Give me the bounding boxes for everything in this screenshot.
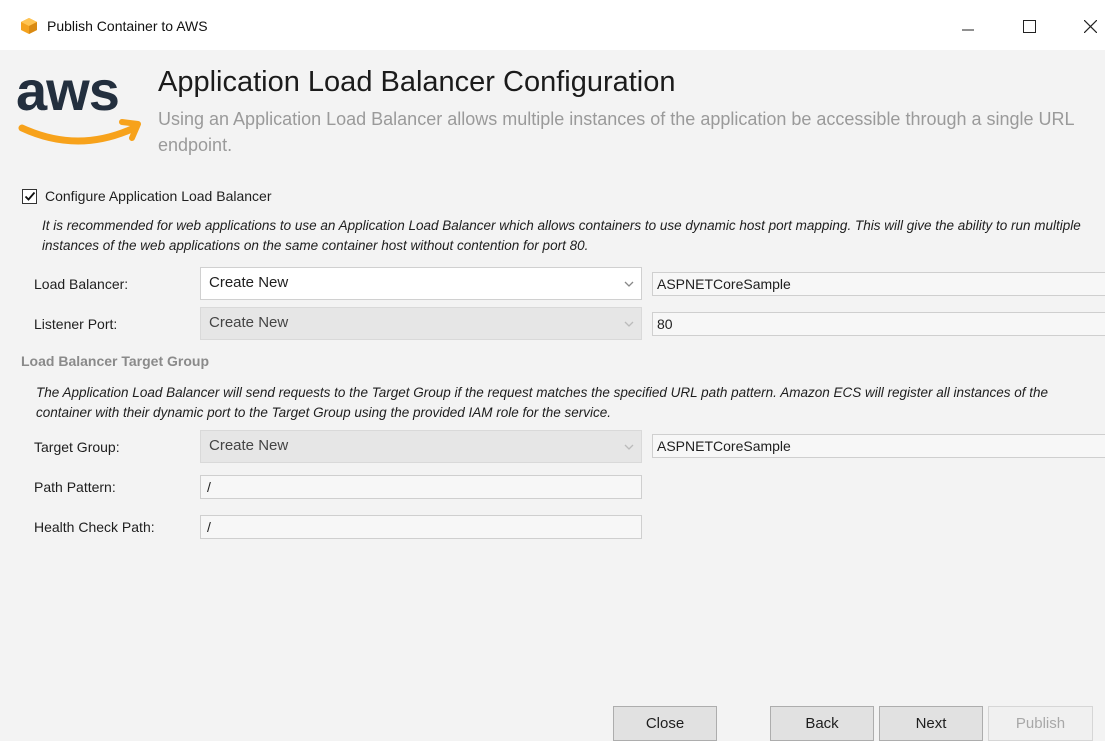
svg-text:aws: aws xyxy=(16,66,119,122)
alb-recommendation-note: It is recommended for web applications t… xyxy=(42,218,1081,253)
chevron-down-icon xyxy=(624,321,634,327)
load-balancer-name-input[interactable]: ASPNETCoreSample xyxy=(652,272,1105,296)
target-group-dropdown[interactable]: Create New xyxy=(200,430,642,463)
publish-button[interactable]: Publish xyxy=(988,706,1093,741)
aws-logo: aws xyxy=(16,66,141,145)
chevron-down-icon xyxy=(624,444,634,450)
minimize-button[interactable] xyxy=(953,12,983,40)
path-pattern-input[interactable]: / xyxy=(200,475,642,499)
listener-port-input[interactable]: 80 xyxy=(652,312,1105,336)
checkmark-icon xyxy=(24,191,35,201)
target-group-label: Target Group: xyxy=(34,439,120,455)
maximize-icon xyxy=(1022,19,1036,33)
close-icon xyxy=(1083,19,1097,33)
path-pattern-label: Path Pattern: xyxy=(34,479,116,495)
next-button[interactable]: Next xyxy=(879,706,983,741)
target-group-section-header: Load Balancer Target Group xyxy=(21,353,209,369)
target-group-name-input[interactable]: ASPNETCoreSample xyxy=(652,434,1105,458)
load-balancer-label: Load Balancer: xyxy=(34,276,129,292)
listener-port-label: Listener Port: xyxy=(34,316,118,332)
maximize-button[interactable] xyxy=(1014,12,1044,40)
listener-port-dropdown[interactable]: Create New xyxy=(200,307,642,340)
load-balancer-selected: Create New xyxy=(209,274,289,291)
close-button[interactable]: Close xyxy=(613,706,717,741)
configure-alb-checkbox[interactable] xyxy=(22,188,37,204)
minimize-icon xyxy=(962,29,974,31)
listener-port-selected: Create New xyxy=(209,314,289,331)
target-group-selected: Create New xyxy=(209,437,289,454)
window-title: Publish Container to AWS xyxy=(47,18,208,34)
configure-alb-label[interactable]: Configure Application Load Balancer xyxy=(45,188,272,204)
configure-alb-row[interactable]: Configure Application Load Balancer xyxy=(22,188,272,204)
health-check-path-input[interactable]: / xyxy=(200,515,642,539)
health-check-path-label: Health Check Path: xyxy=(34,519,155,535)
window-close-button[interactable] xyxy=(1075,12,1105,40)
target-group-note: The Application Load Balancer will send … xyxy=(36,385,1049,420)
title-bar: Publish Container to AWS xyxy=(0,0,1105,50)
chevron-down-icon xyxy=(624,281,634,287)
page-title: Application Load Balancer Configuration xyxy=(158,66,676,98)
aws-package-icon xyxy=(21,18,37,34)
page-description: Using an Application Load Balancer allow… xyxy=(158,109,1074,155)
load-balancer-dropdown[interactable]: Create New xyxy=(200,267,642,300)
back-button[interactable]: Back xyxy=(770,706,874,741)
